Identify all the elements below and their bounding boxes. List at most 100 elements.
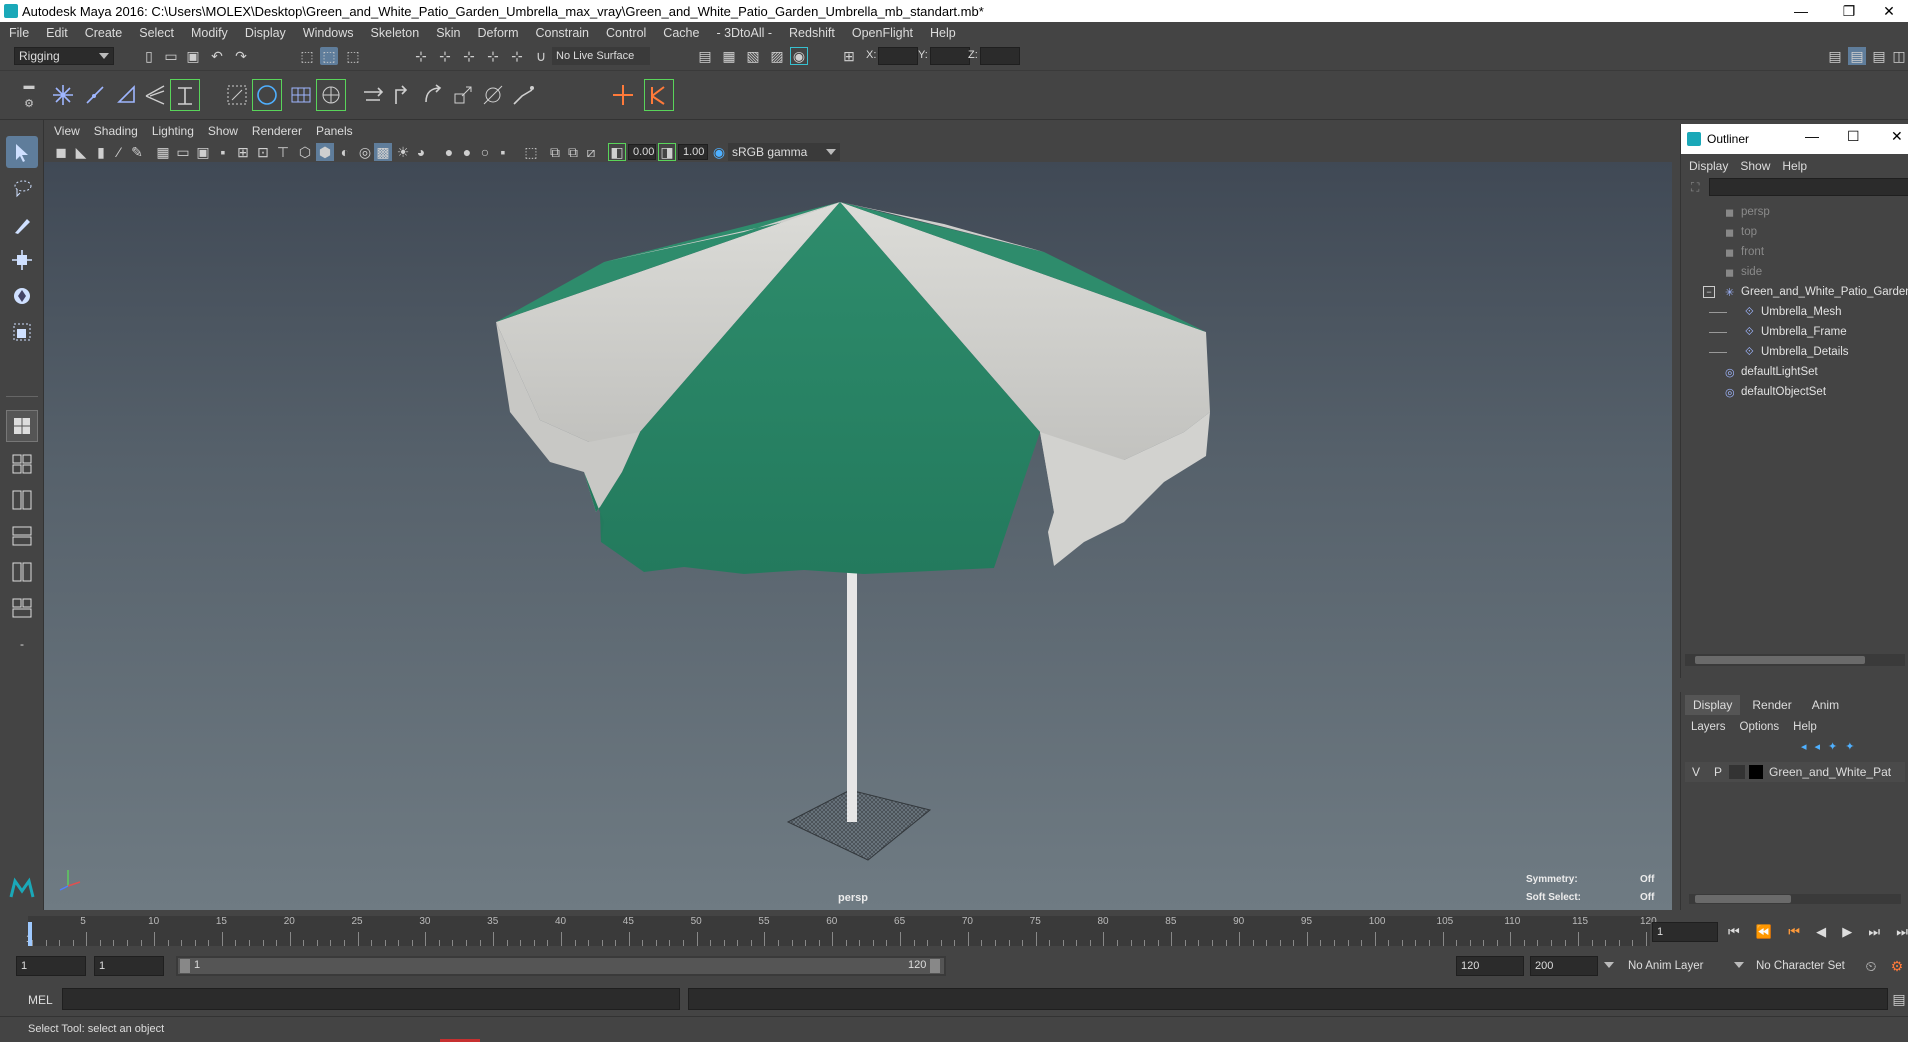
locator-icon[interactable] xyxy=(608,79,638,111)
step-back-frame-icon[interactable]: ⏪ xyxy=(1756,924,1772,940)
select-component-icon[interactable]: ⬚ xyxy=(344,47,362,65)
lasso-tool-icon[interactable] xyxy=(6,172,38,204)
new-scene-icon[interactable]: ▯ xyxy=(140,47,158,65)
anim-end-field[interactable]: 120 xyxy=(1456,956,1524,976)
anim-layer-dropdown[interactable]: No Anim Layer xyxy=(1620,956,1728,976)
cluster-icon[interactable] xyxy=(316,79,346,111)
close-button[interactable]: ✕ xyxy=(1866,0,1908,22)
channel-box-icon[interactable]: ▤ xyxy=(1848,47,1866,65)
use-all-lights-icon[interactable]: ☀ xyxy=(394,143,412,161)
render-view-icon[interactable]: ▨ xyxy=(768,47,786,65)
pole-vector-icon[interactable] xyxy=(508,79,538,111)
textured-icon[interactable]: ▩ xyxy=(374,143,392,161)
collapse-icon[interactable]: − xyxy=(1703,286,1715,298)
color-management-icon[interactable]: ◉ xyxy=(710,143,728,161)
snap-surface-icon[interactable]: ⊹ xyxy=(508,47,526,65)
command-language-label[interactable]: MEL xyxy=(28,993,53,1007)
bind-skin-icon[interactable] xyxy=(222,79,252,111)
render-settings-icon[interactable]: ▤ xyxy=(696,47,714,65)
outliner-layout-icon[interactable] xyxy=(6,520,38,552)
panel-menu-item[interactable]: Renderer xyxy=(252,124,302,138)
panel-menu-item[interactable]: Shading xyxy=(94,124,138,138)
menu-item[interactable]: Windows xyxy=(303,26,354,40)
side-by-side-layout-icon[interactable] xyxy=(6,484,38,516)
scale-tool-icon[interactable] xyxy=(6,316,38,348)
grid-icon[interactable]: ▦ xyxy=(154,143,172,161)
panel-menu-item[interactable]: Show xyxy=(208,124,238,138)
minimize-button[interactable]: — xyxy=(1778,0,1824,22)
camera-icon[interactable]: ◼ xyxy=(52,143,70,161)
menu-item[interactable]: Constrain xyxy=(536,26,590,40)
layer-type-toggle[interactable] xyxy=(1729,765,1745,779)
current-time-marker[interactable] xyxy=(28,922,32,946)
start-time-field[interactable]: 1 xyxy=(16,956,86,976)
tool-settings-icon[interactable]: ▤ xyxy=(1870,47,1888,65)
anim-start-field[interactable]: 1 xyxy=(94,956,164,976)
transform-input-icon[interactable]: ⊞ xyxy=(840,47,858,65)
chevron-down-icon[interactable] xyxy=(1734,962,1744,968)
orient-constraint-icon[interactable] xyxy=(418,79,448,111)
motion-blur-icon[interactable]: ● xyxy=(458,143,476,161)
menu-set-dropdown[interactable]: Rigging xyxy=(14,47,114,65)
menu-item[interactable]: File xyxy=(9,26,29,40)
layer-action-icons[interactable]: ◂◂✦✦ xyxy=(1801,740,1862,753)
bookmark-icon[interactable]: ▮ xyxy=(92,143,110,161)
gamma-icon[interactable]: ◨ xyxy=(658,143,676,161)
outliner-menu-item[interactable]: Show xyxy=(1740,159,1770,173)
resolution-gate-icon[interactable]: ▣ xyxy=(194,143,212,161)
outliner-item[interactable]: ◼ front xyxy=(1681,242,1908,262)
wireframe-icon[interactable]: ⬡ xyxy=(296,143,314,161)
outliner-item[interactable]: − ✳ Green_and_White_Patio_Garden xyxy=(1681,282,1908,302)
maya-home-icon[interactable] xyxy=(6,872,38,904)
undo-icon[interactable]: ↶ xyxy=(208,47,226,65)
wireframe-on-shaded-icon[interactable]: ◎ xyxy=(356,143,374,161)
layer-visibility-toggle[interactable]: V xyxy=(1685,765,1707,779)
snap-curve-icon[interactable]: ⊹ xyxy=(436,47,454,65)
menu-item[interactable]: Edit xyxy=(46,26,68,40)
customize-layout-icon[interactable]: - xyxy=(6,628,38,660)
shadows-icon[interactable]: ◕ xyxy=(412,143,430,161)
redo-icon[interactable]: ↷ xyxy=(232,47,250,65)
outliner-maximize-button[interactable]: ☐ xyxy=(1847,128,1860,145)
character-set-dropdown[interactable]: No Character Set xyxy=(1748,956,1872,976)
auto-key-icon[interactable]: ⏲ xyxy=(1862,957,1880,975)
search-icon[interactable]: ⛶ xyxy=(1691,180,1705,194)
layer-color-swatch[interactable] xyxy=(1749,765,1763,779)
ik-handle-icon[interactable] xyxy=(80,79,110,111)
outliner-menu-item[interactable]: Help xyxy=(1782,159,1807,173)
outliner-item[interactable]: ◎ defaultObjectSet xyxy=(1681,382,1908,402)
gate-mask-icon[interactable]: ▪ xyxy=(214,143,232,161)
time-ruler[interactable]: 5 10 15 20 25 30 35 40 45 50 55 60 65 70 75 80 85 90 95 100… xyxy=(28,916,1657,946)
single-pane-layout-icon[interactable] xyxy=(6,410,38,442)
outliner-close-button[interactable]: ✕ xyxy=(1891,128,1903,145)
perspective-viewport[interactable]: persp Symmetry: Off Soft Select: Off xyxy=(44,162,1672,910)
isolate-select-icon[interactable]: ⬚ xyxy=(522,143,540,161)
depth-of-field-icon[interactable]: ▪ xyxy=(494,143,512,161)
chevron-down-icon[interactable] xyxy=(1604,962,1614,968)
exposure-field[interactable]: 0.00 xyxy=(628,144,656,160)
go-to-end-icon[interactable]: ⏭ xyxy=(1896,924,1908,940)
current-frame-field[interactable]: 1 xyxy=(1652,922,1718,942)
outliner-minimize-button[interactable]: — xyxy=(1805,128,1819,144)
select-object-icon[interactable]: ⬚ xyxy=(320,47,338,65)
ik-spline-icon[interactable] xyxy=(112,79,142,111)
time-slider[interactable]: 5 10 15 20 25 30 35 40 45 50 55 60 65 70 75 80 85 90 95 100… xyxy=(0,910,1908,952)
snap-view-icon[interactable]: ⊹ xyxy=(484,47,502,65)
step-back-key-icon[interactable]: ⏮ xyxy=(1788,924,1800,940)
rotate-tool-icon[interactable] xyxy=(6,280,38,312)
attribute-editor-icon[interactable]: ▤ xyxy=(1826,47,1844,65)
scale-constraint-icon[interactable] xyxy=(448,79,478,111)
range-end-handle[interactable] xyxy=(930,959,940,973)
menu-item[interactable]: Skeleton xyxy=(371,26,420,40)
smooth-shade-icon[interactable]: ⬢ xyxy=(316,143,334,161)
aim-constraint-icon[interactable] xyxy=(478,79,508,111)
render-frame-icon[interactable]: ▦ xyxy=(720,47,738,65)
set-driven-key-icon[interactable] xyxy=(644,79,674,111)
paint-weights-icon[interactable] xyxy=(252,79,282,111)
y-field[interactable] xyxy=(930,47,970,65)
xray-components-icon[interactable]: ⧄ xyxy=(582,143,600,161)
parent-constraint-icon[interactable] xyxy=(358,79,388,111)
select-tool-icon[interactable] xyxy=(6,136,38,168)
menu-item[interactable]: Modify xyxy=(191,26,228,40)
step-forward-key-icon[interactable]: ⏭ xyxy=(1868,924,1880,940)
